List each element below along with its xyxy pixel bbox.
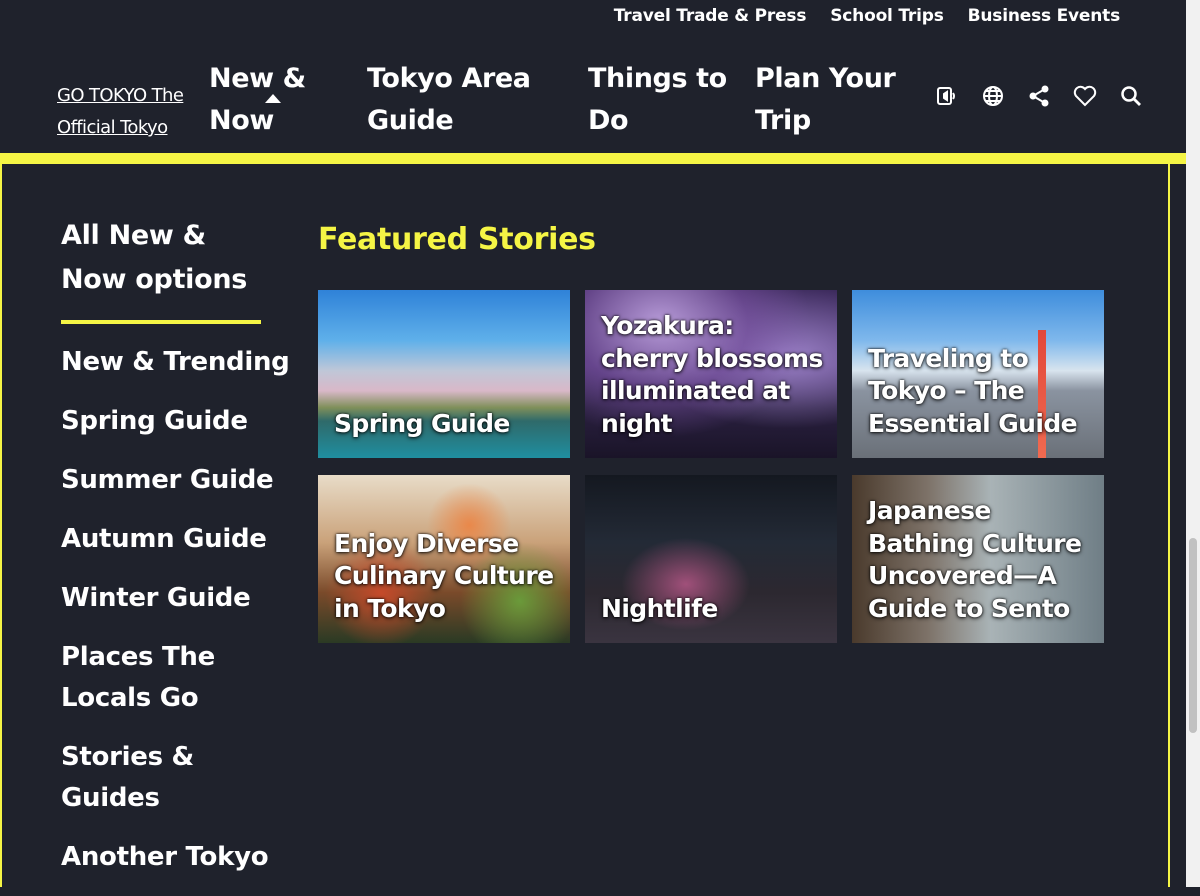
featured-card-culinary-culture[interactable]: Enjoy Diverse Culinary Culture in Tokyo: [318, 475, 570, 643]
card-caption: Nightlife: [601, 593, 718, 623]
side-menu-item-winter-guide[interactable]: Winter Guide: [61, 578, 301, 619]
utility-nav: Travel Trade & Press School Trips Busine…: [614, 6, 1120, 26]
header-icons: [924, 82, 1154, 110]
side-menu-title[interactable]: All New & Now options: [61, 214, 247, 302]
featured-card-nightlife[interactable]: Nightlife: [585, 475, 837, 643]
nav-plan-your-trip[interactable]: Plan Your Trip: [755, 58, 896, 142]
featured-card-yozakura[interactable]: Yozakura: cherry blossoms illuminated at…: [585, 290, 837, 458]
site-logo[interactable]: GO TOKYO The Official Tokyo: [57, 80, 197, 150]
nav-label-line1: Plan Your: [755, 63, 896, 94]
card-caption: Spring Guide: [334, 408, 510, 438]
featured-card-spring-guide[interactable]: Spring Guide: [318, 290, 570, 458]
nav-things-to-do[interactable]: Things to Do: [588, 58, 727, 142]
featured-card-bathing-culture[interactable]: Japanese Bathing Culture Uncovered—A Gui…: [852, 475, 1104, 643]
side-menu-item-another-tokyo[interactable]: Another Tokyo: [61, 837, 301, 878]
caret-up-icon: [265, 94, 281, 103]
nav-label-line1: Tokyo Area: [367, 63, 531, 94]
side-menu-item-autumn-guide[interactable]: Autumn Guide: [61, 519, 301, 560]
utility-link-school-trips[interactable]: School Trips: [830, 6, 944, 26]
card-caption: Japanese Bathing Culture Uncovered—A Gui…: [868, 496, 1082, 623]
utility-link-travel-trade[interactable]: Travel Trade & Press: [614, 6, 807, 26]
side-menu-item-stories-guides[interactable]: Stories & Guides: [61, 737, 301, 819]
nav-label-line1: Things to: [588, 63, 727, 94]
vertical-scrollbar[interactable]: [1186, 0, 1200, 887]
side-menu-item-summer-guide[interactable]: Summer Guide: [61, 460, 301, 501]
accent-bar: [0, 153, 1186, 164]
nav-label-line2: Do: [588, 105, 629, 136]
nav-label-line2: Now: [209, 105, 274, 136]
side-menu-item-places-locals-go[interactable]: Places The Locals Go: [61, 637, 301, 719]
search-icon[interactable]: [1108, 82, 1154, 110]
nav-tokyo-area-guide[interactable]: Tokyo Area Guide: [367, 58, 531, 142]
side-menu-item-spring-guide[interactable]: Spring Guide: [61, 401, 301, 442]
side-title-underline: [61, 320, 261, 324]
nav-new-and-now[interactable]: New & Now: [209, 58, 306, 142]
nav-label-line1: New &: [209, 63, 306, 94]
card-caption: Enjoy Diverse Culinary Culture in Tokyo: [334, 528, 554, 623]
audio-icon[interactable]: [924, 82, 970, 110]
nav-label-line2: Guide: [367, 105, 454, 136]
card-caption: Traveling to Tokyo – The Essential Guide: [868, 343, 1078, 438]
share-icon[interactable]: [1016, 82, 1062, 110]
side-menu-item-new-trending[interactable]: New & Trending: [61, 342, 301, 383]
page: Travel Trade & Press School Trips Busine…: [0, 0, 1186, 887]
logo-link[interactable]: GO TOKYO The Official Tokyo: [57, 85, 184, 138]
featured-card-traveling-to-tokyo[interactable]: Traveling to Tokyo – The Essential Guide: [852, 290, 1104, 458]
globe-icon[interactable]: [970, 82, 1016, 110]
side-title-line1: All New &: [61, 220, 206, 251]
side-menu-list: New & Trending Spring Guide Summer Guide…: [61, 342, 301, 896]
heart-icon[interactable]: [1062, 82, 1108, 110]
scrollbar-thumb[interactable]: [1189, 538, 1197, 733]
side-title-line2: Now options: [61, 264, 248, 295]
nav-label-line2: Trip: [755, 105, 811, 136]
utility-link-business-events[interactable]: Business Events: [968, 6, 1121, 26]
featured-stories-title: Featured Stories: [318, 222, 596, 257]
card-caption: Yozakura: cherry blossoms illuminated at…: [601, 311, 823, 438]
